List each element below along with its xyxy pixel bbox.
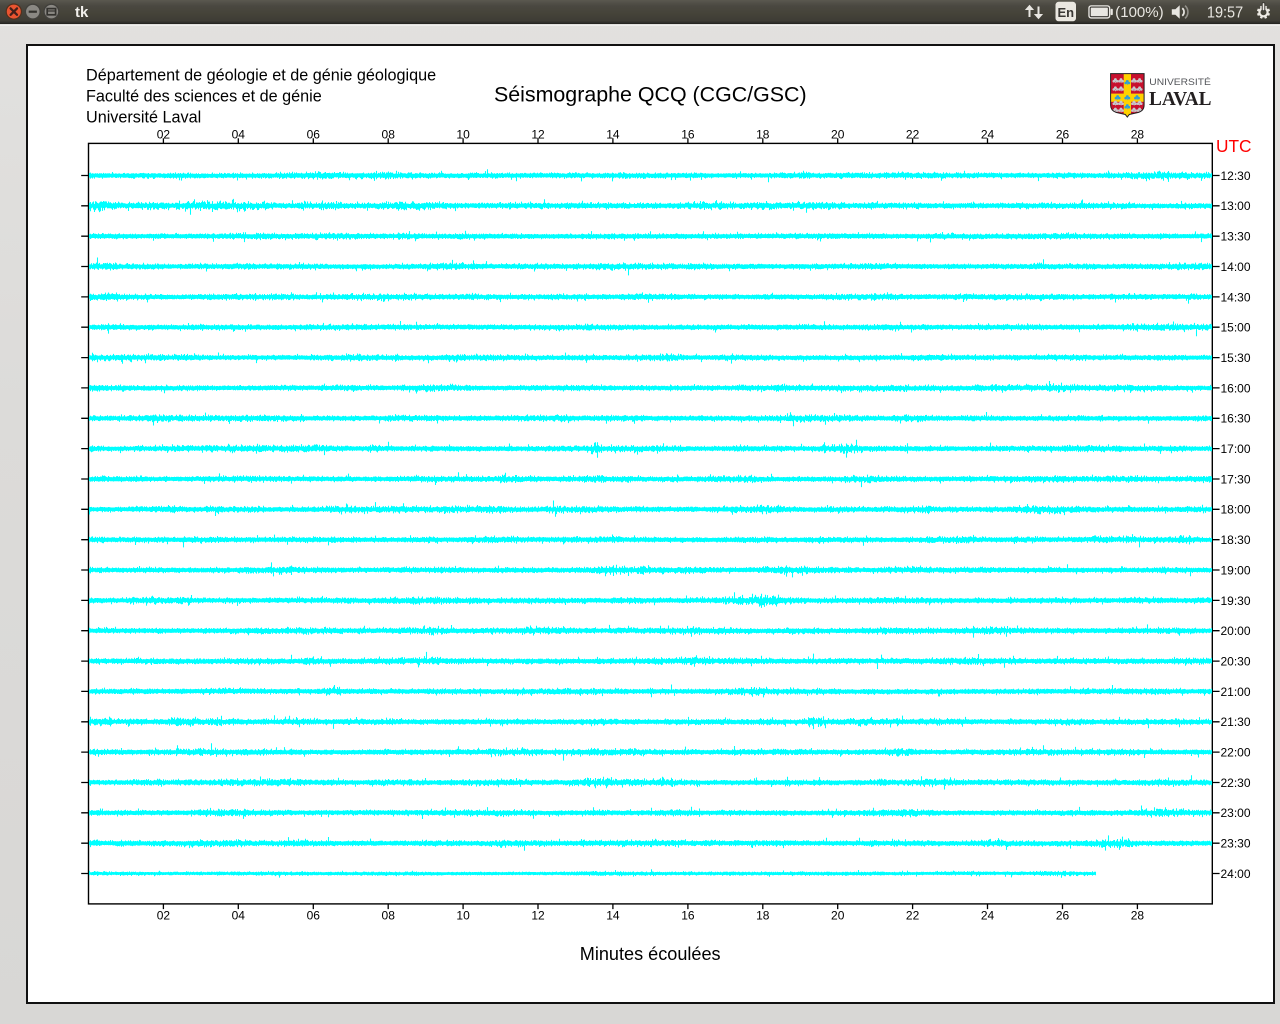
svg-text:21:30: 21:30 [1221, 715, 1251, 729]
svg-text:18: 18 [756, 127, 770, 141]
svg-text:26: 26 [1056, 127, 1070, 141]
svg-text:24: 24 [981, 908, 995, 922]
svg-text:15:30: 15:30 [1221, 351, 1251, 365]
svg-text:02: 02 [157, 127, 171, 141]
svg-text:08: 08 [382, 908, 396, 922]
svg-text:21:00: 21:00 [1221, 685, 1251, 699]
svg-text:17:00: 17:00 [1221, 442, 1251, 456]
svg-text:14:00: 14:00 [1221, 260, 1251, 274]
svg-text:En: En [1057, 5, 1074, 20]
svg-text:24: 24 [981, 127, 995, 141]
svg-text:28: 28 [1131, 127, 1145, 141]
svg-text:14:30: 14:30 [1221, 290, 1251, 304]
svg-text:18: 18 [756, 908, 770, 922]
svg-text:15:00: 15:00 [1221, 321, 1251, 335]
svg-text:13:30: 13:30 [1221, 230, 1251, 244]
svg-text:10: 10 [456, 127, 470, 141]
svg-text:Minutes écoulées: Minutes écoulées [580, 944, 721, 964]
svg-text:LAVAL: LAVAL [1149, 88, 1212, 110]
svg-text:12: 12 [531, 908, 545, 922]
svg-text:16:00: 16:00 [1221, 381, 1251, 395]
svg-text:10: 10 [456, 908, 470, 922]
svg-text:tk: tk [75, 4, 89, 21]
svg-text:04: 04 [232, 908, 246, 922]
svg-text:16: 16 [681, 127, 695, 141]
svg-text:Département de géologie et de: Département de géologie et de génie géol… [86, 66, 436, 84]
svg-text:12:30: 12:30 [1221, 169, 1251, 183]
svg-text:22:00: 22:00 [1221, 746, 1251, 760]
svg-text:19:00: 19:00 [1221, 563, 1251, 577]
svg-text:17:30: 17:30 [1221, 472, 1251, 486]
svg-text:26: 26 [1056, 908, 1070, 922]
svg-text:16:30: 16:30 [1221, 412, 1251, 426]
svg-text:UTC: UTC [1216, 136, 1252, 156]
svg-text:24:00: 24:00 [1221, 867, 1251, 881]
svg-text:16: 16 [681, 908, 695, 922]
svg-text:(100%): (100%) [1115, 4, 1164, 21]
svg-text:06: 06 [307, 908, 321, 922]
svg-text:08: 08 [382, 127, 396, 141]
svg-text:23:30: 23:30 [1221, 837, 1251, 851]
svg-text:20: 20 [831, 127, 845, 141]
svg-text:19:30: 19:30 [1221, 594, 1251, 608]
svg-text:UNIVERSITÉ: UNIVERSITÉ [1149, 76, 1211, 87]
svg-text:14: 14 [606, 908, 620, 922]
svg-text:22: 22 [906, 908, 920, 922]
svg-text:20:30: 20:30 [1221, 655, 1251, 669]
svg-text:Faculté des sciences et de gén: Faculté des sciences et de génie [86, 88, 322, 106]
svg-text:19:57: 19:57 [1207, 4, 1243, 21]
svg-text:04: 04 [232, 127, 246, 141]
svg-text:28: 28 [1131, 908, 1145, 922]
svg-text:18:00: 18:00 [1221, 503, 1251, 517]
svg-text:22:30: 22:30 [1221, 776, 1251, 790]
svg-text:18:30: 18:30 [1221, 533, 1251, 547]
svg-text:20: 20 [831, 908, 845, 922]
svg-text:Université Laval: Université Laval [86, 109, 201, 127]
svg-text:23:00: 23:00 [1221, 806, 1251, 820]
svg-text:Séismographe QCQ (CGC/GSC): Séismographe QCQ (CGC/GSC) [494, 83, 807, 107]
svg-text:06: 06 [307, 127, 321, 141]
svg-text:12: 12 [531, 127, 545, 141]
svg-text:02: 02 [157, 908, 171, 922]
svg-text:14: 14 [606, 127, 620, 141]
svg-text:22: 22 [906, 127, 920, 141]
svg-text:20:00: 20:00 [1221, 624, 1251, 638]
svg-text:13:00: 13:00 [1221, 199, 1251, 213]
